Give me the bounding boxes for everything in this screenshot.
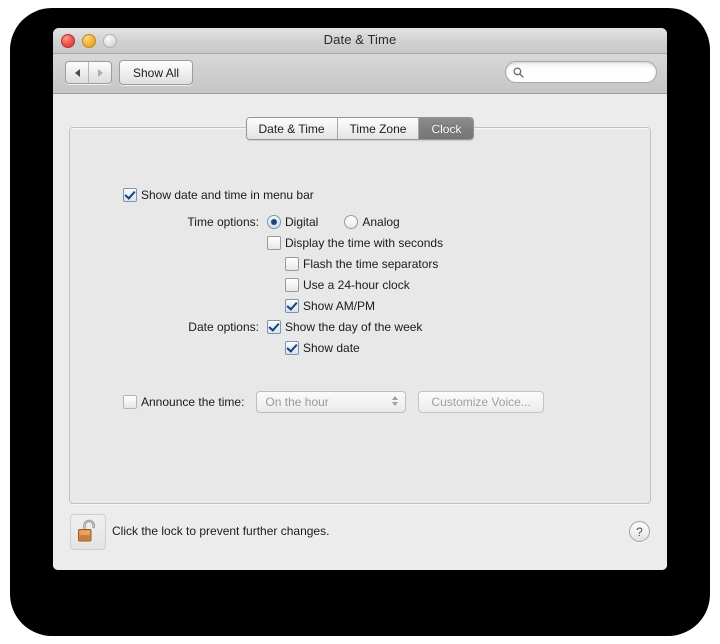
announce-time-row: Announce the time: On the hour Customize…: [123, 391, 544, 413]
checkbox-icon: [285, 341, 299, 355]
radio-digital[interactable]: Digital: [267, 214, 318, 230]
time-options-checkbox-group: Display the time with seconds Flash the …: [267, 235, 443, 314]
tab-bar: Date & Time Time Zone Clock: [53, 117, 667, 140]
checkbox-icon: [267, 320, 281, 334]
tab-date-and-time[interactable]: Date & Time: [246, 118, 337, 139]
window-titlebar: Date & Time: [53, 28, 667, 54]
checkbox-label: Show date and time in menu bar: [141, 188, 314, 202]
checkbox-show-day-of-week[interactable]: Show the day of the week: [267, 319, 422, 335]
tab-label: Clock: [431, 121, 462, 136]
search-icon: [513, 66, 524, 78]
forward-button[interactable]: [88, 62, 111, 83]
tab-time-zone[interactable]: Time Zone: [336, 118, 419, 139]
radio-icon: [344, 215, 359, 229]
chevron-left-icon: [74, 68, 80, 77]
checkbox-display-seconds[interactable]: Display the time with seconds: [267, 235, 443, 251]
radio-label: Digital: [285, 215, 319, 229]
chevron-right-icon: [97, 68, 103, 77]
lock-hint-text: Click the lock to prevent further change…: [112, 524, 330, 538]
radio-analog[interactable]: Analog: [344, 214, 400, 230]
show-all-button[interactable]: Show All: [119, 60, 194, 85]
tab-group: Date & Time Time Zone Clock: [245, 117, 475, 140]
checkbox-announce-time[interactable]: Announce the time:: [123, 394, 244, 410]
checkbox-label: Show date: [303, 341, 360, 355]
checkbox-label: Use a 24-hour clock: [303, 278, 410, 292]
tab-clock[interactable]: Clock: [418, 118, 474, 139]
checkbox-icon: [123, 395, 137, 409]
time-options-label: Time options:: [187, 215, 259, 229]
tab-label: Date & Time: [258, 121, 325, 136]
radio-icon: [267, 215, 281, 229]
unlocked-padlock-icon: [78, 519, 95, 542]
checkbox-label: Flash the time separators: [303, 257, 439, 271]
preference-pane-body: Date & Time Time Zone Clock Show date an…: [53, 94, 667, 570]
pane-footer: Click the lock to prevent further change…: [53, 509, 667, 570]
show-all-label: Show All: [133, 65, 180, 80]
announce-interval-value: On the hour: [265, 395, 329, 409]
menu-bar-row: Show date and time in menu bar: [123, 187, 314, 203]
help-button[interactable]: ?: [629, 521, 650, 542]
clock-settings-panel: [69, 127, 651, 504]
checkbox-label: Show the day of the week: [285, 320, 423, 334]
stepper-arrows-icon: [392, 396, 399, 406]
help-label: ?: [636, 524, 643, 539]
tab-label: Time Zone: [349, 121, 407, 136]
checkbox-label: Announce the time:: [141, 395, 245, 409]
checkbox-icon: [267, 236, 281, 250]
radio-label: Analog: [362, 215, 400, 229]
back-button[interactable]: [66, 62, 88, 83]
checkbox-label: Display the time with seconds: [285, 236, 444, 250]
date-options-label: Date options:: [188, 320, 259, 334]
window-title: Date & Time: [323, 32, 397, 47]
date-options-row: Date options: Show the day of the week S…: [113, 319, 422, 356]
search-field[interactable]: [505, 61, 657, 83]
checkbox-flash-separators[interactable]: Flash the time separators: [285, 256, 438, 272]
announce-interval-select[interactable]: On the hour: [256, 391, 407, 413]
checkbox-icon: [285, 299, 299, 313]
customize-voice-button[interactable]: Customize Voice...: [418, 391, 544, 413]
navigation-buttons: [65, 61, 112, 84]
lock-button[interactable]: [70, 514, 106, 550]
checkbox-icon: [285, 257, 299, 271]
checkbox-icon: [285, 278, 299, 292]
show-in-menu-bar-checkbox[interactable]: Show date and time in menu bar: [123, 187, 314, 203]
checkbox-label: Show AM/PM: [303, 299, 376, 313]
checkbox-icon: [123, 188, 137, 202]
window-toolbar: Show All: [53, 54, 667, 94]
checkbox-show-date[interactable]: Show date: [285, 340, 422, 356]
time-options-row: Time options: Digital Analog: [113, 214, 400, 230]
checkbox-show-am-pm[interactable]: Show AM/PM: [285, 298, 375, 314]
system-preferences-window: Date & Time Show All Date & Time Time Zo…: [53, 28, 667, 570]
search-input[interactable]: [528, 65, 650, 79]
checkbox-24-hour-clock[interactable]: Use a 24-hour clock: [285, 277, 410, 293]
customize-voice-label: Customize Voice...: [431, 395, 531, 409]
